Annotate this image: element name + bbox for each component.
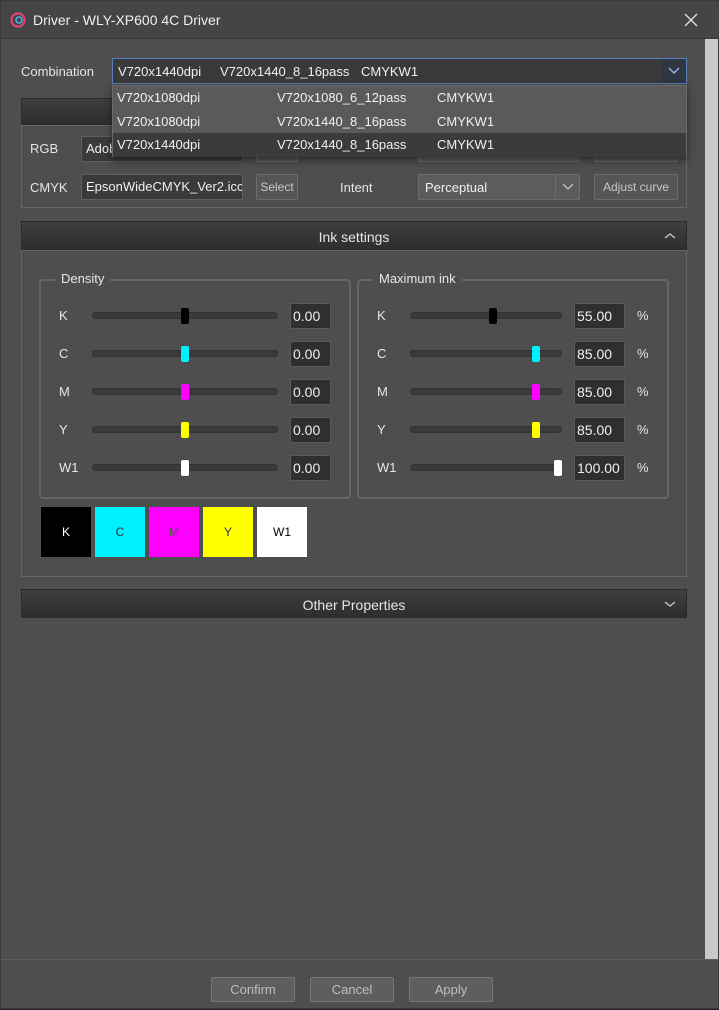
value-input[interactable]: 85.00	[574, 417, 625, 443]
percent-unit: %	[637, 460, 649, 475]
percent-unit: %	[637, 346, 649, 361]
value-input[interactable]: 85.00	[574, 341, 625, 367]
ink-swatch: C	[95, 507, 145, 557]
slider-handle[interactable]	[532, 422, 541, 438]
chevron-down-icon	[562, 183, 573, 190]
other-properties-title: Other Properties	[302, 597, 406, 613]
value-input[interactable]: 100.00	[574, 455, 625, 481]
slider-handle[interactable]	[489, 308, 498, 324]
combination-mode: V720x1440_8_16pass	[220, 64, 350, 79]
cmyk-intent-select[interactable]: Perceptual	[418, 174, 580, 200]
ink-channel-label: Y	[377, 422, 386, 437]
slider-handle[interactable]	[532, 384, 541, 400]
ink-settings-header[interactable]: Ink settings	[21, 221, 687, 250]
combination-label: Combination	[21, 64, 94, 79]
slider-handle[interactable]	[181, 422, 189, 438]
value-input[interactable]: 85.00	[574, 379, 625, 405]
option-resolution: V720x1080dpi	[117, 90, 201, 105]
app-logo-icon	[10, 12, 26, 28]
slider-track[interactable]	[410, 312, 562, 319]
slider-handle[interactable]	[554, 460, 562, 476]
combination-resolution: V720x1440dpi	[118, 64, 202, 79]
ink-swatch: W1	[257, 507, 307, 557]
percent-unit: %	[637, 422, 649, 437]
slider-handle[interactable]	[181, 460, 189, 476]
combination-ink: CMYKW1	[361, 64, 419, 79]
combination-option-selected[interactable]: V720x1440dpi V720x1440_8_16pass CMYKW1	[113, 133, 686, 157]
title-bar: Driver - WLY-XP600 4C Driver	[1, 1, 719, 39]
ink-channel-label: C	[377, 346, 387, 361]
value-input[interactable]: 0.00	[290, 379, 331, 405]
cmyk-profile-field[interactable]: EpsonWideCMYK_Ver2.icc	[81, 174, 243, 200]
ink-channel-label: K	[377, 308, 386, 323]
combination-select[interactable]: V720x1440dpi V720x1440_8_16pass CMYKW1	[112, 58, 687, 84]
slider-handle[interactable]	[181, 384, 189, 400]
combination-dropdown-button[interactable]	[662, 59, 686, 83]
confirm-button[interactable]: Confirm	[211, 977, 295, 1002]
slider-track[interactable]	[410, 464, 562, 471]
option-resolution: V720x1080dpi	[117, 114, 201, 129]
cmyk-select-button[interactable]: Select	[256, 174, 298, 200]
ink-swatch: Y	[203, 507, 253, 557]
combination-option[interactable]: V720x1080dpi V720x1080_6_12pass CMYKW1	[113, 86, 686, 110]
ink-settings-panel: Density K 0.00 C 0.00 M 0.00 Y 0.00 W1 0.00 Maxim…	[21, 250, 687, 577]
ink-channel-label: C	[59, 346, 69, 361]
combination-dropdown-list: V720x1080dpi V720x1080_6_12pass CMYKW1 V…	[112, 85, 687, 157]
driver-window: Driver - WLY-XP600 4C Driver Combination…	[0, 0, 719, 1009]
close-icon	[684, 13, 698, 27]
option-mode: V720x1440_8_16pass	[277, 137, 407, 152]
ink-channel-label: K	[59, 308, 68, 323]
ink-channel-label: W1	[377, 460, 397, 475]
value-input[interactable]: 0.00	[290, 303, 331, 329]
slider-handle[interactable]	[181, 308, 189, 324]
option-ink: CMYKW1	[437, 114, 495, 129]
option-mode: V720x1080_6_12pass	[277, 90, 407, 105]
percent-unit: %	[637, 308, 649, 323]
option-resolution: V720x1440dpi	[117, 137, 201, 152]
ink-channel-label: M	[59, 384, 70, 399]
density-title: Density	[55, 271, 111, 286]
cmyk-label: CMYK	[30, 180, 68, 195]
value-input[interactable]: 0.00	[290, 417, 331, 443]
combination-option[interactable]: V720x1080dpi V720x1440_8_16pass CMYKW1	[113, 110, 686, 134]
slider-handle[interactable]	[532, 346, 541, 362]
value-input[interactable]: 0.00	[290, 341, 331, 367]
intent-value: Perceptual	[425, 180, 488, 195]
value-input[interactable]: 0.00	[290, 455, 331, 481]
slider-handle[interactable]	[181, 346, 189, 362]
ink-swatch: M	[149, 507, 199, 557]
percent-unit: %	[637, 384, 649, 399]
ink-channel-label: M	[377, 384, 388, 399]
other-properties-header[interactable]: Other Properties	[21, 589, 687, 618]
option-ink: CMYKW1	[437, 137, 495, 152]
ink-channel-label: Y	[59, 422, 68, 437]
option-mode: V720x1440_8_16pass	[277, 114, 407, 129]
footer-bar: Confirm Cancel Apply	[1, 959, 719, 1010]
value-input[interactable]: 55.00	[574, 303, 625, 329]
chevron-up-icon[interactable]	[664, 231, 676, 241]
intent-dropdown-button[interactable]	[555, 175, 579, 199]
ink-channel-label: W1	[59, 460, 79, 475]
apply-button[interactable]: Apply	[409, 977, 493, 1002]
ink-swatch: K	[41, 507, 91, 557]
intent-label: Intent	[340, 180, 373, 195]
ink-settings-title: Ink settings	[318, 229, 390, 245]
window-title: Driver - WLY-XP600 4C Driver	[33, 12, 221, 28]
rgb-label: RGB	[30, 141, 59, 156]
cancel-button[interactable]: Cancel	[310, 977, 394, 1002]
option-ink: CMYKW1	[437, 90, 495, 105]
chevron-down-icon	[668, 67, 680, 75]
vertical-scrollbar[interactable]	[705, 39, 718, 959]
adjust-curve-button[interactable]: Adjust curve	[594, 174, 678, 200]
max-ink-title: Maximum ink	[373, 271, 462, 286]
chevron-down-icon[interactable]	[664, 599, 676, 609]
close-button[interactable]	[673, 7, 709, 33]
